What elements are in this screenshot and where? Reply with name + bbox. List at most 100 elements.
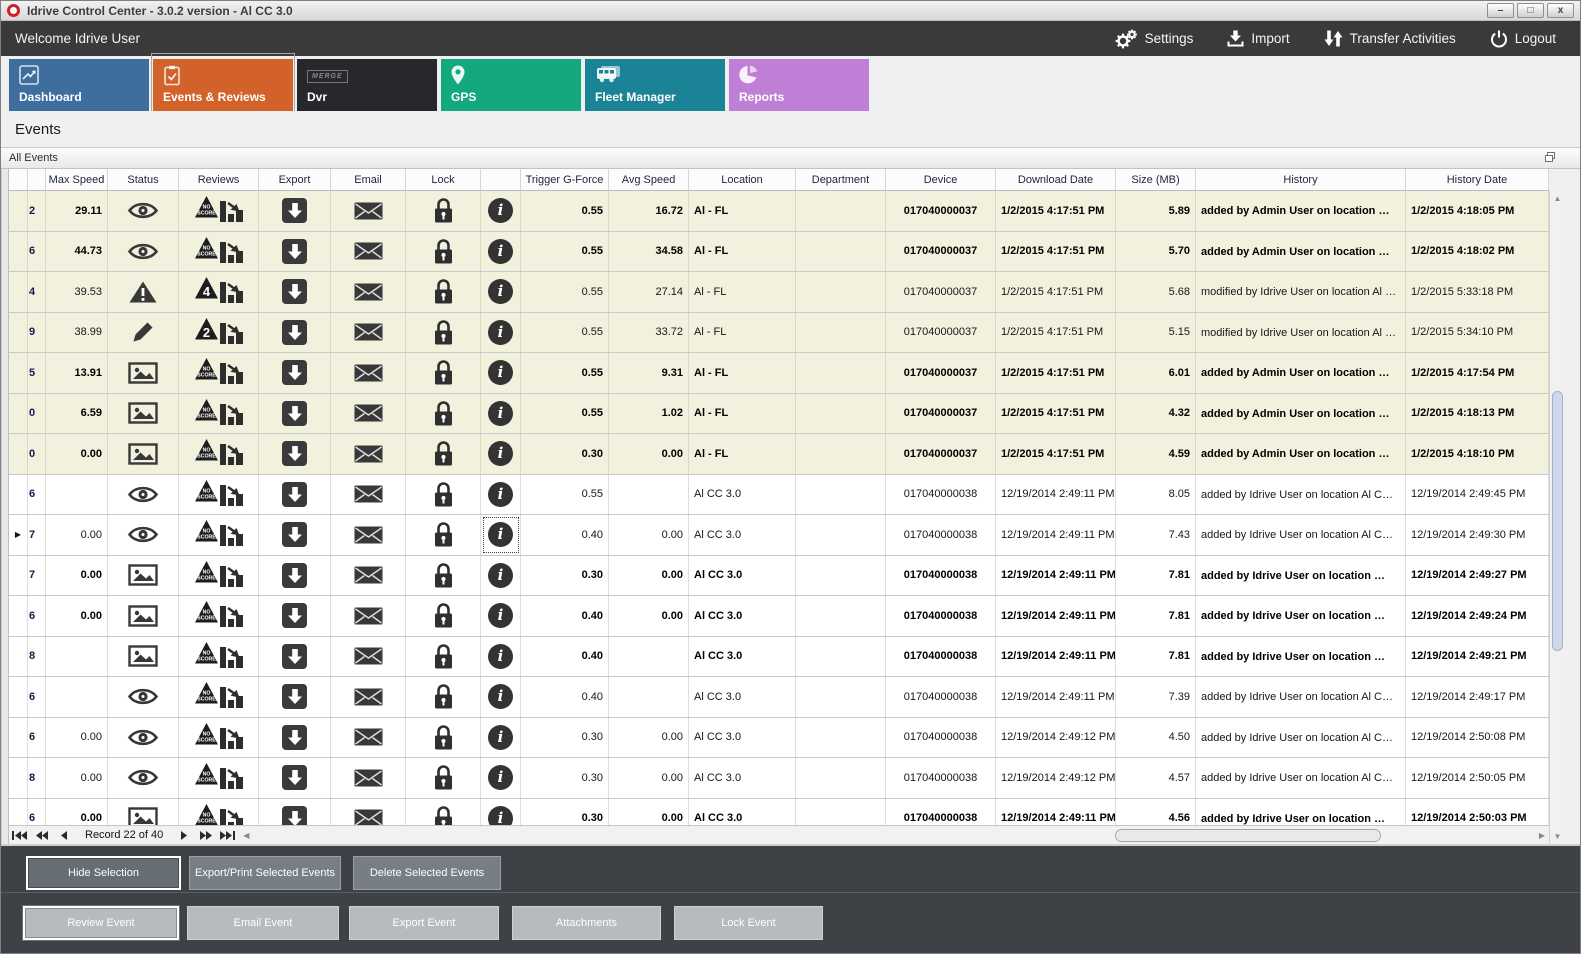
lock-icon[interactable] <box>406 353 481 393</box>
table-row[interactable]: 6NOSCOREi0.55Al CC 3.001704000003812/19/… <box>9 475 1549 516</box>
export-icon[interactable] <box>259 475 331 515</box>
export-icon[interactable] <box>259 394 331 434</box>
reviews-score-icon[interactable]: NOSCORE <box>179 799 259 826</box>
lock-icon[interactable] <box>406 677 481 717</box>
email-event-button[interactable]: Email Event <box>187 906 339 940</box>
email-icon[interactable] <box>331 475 406 515</box>
table-row[interactable]: 938.992i0.5533.72Al - FL0170400000371/2/… <box>9 313 1549 354</box>
export-icon[interactable] <box>259 799 331 826</box>
column-header-email[interactable]: Email <box>331 169 406 190</box>
reviews-score-icon[interactable]: 4 <box>179 272 259 312</box>
table-row[interactable]: 60.00NOSCOREi0.300.00Al CC 3.00170400000… <box>9 718 1549 759</box>
table-row[interactable]: 229.11NOSCOREi0.5516.72Al - FL0170400000… <box>9 191 1549 232</box>
table-row[interactable]: 513.91NOSCOREi0.559.31Al - FL01704000003… <box>9 353 1549 394</box>
column-header-status[interactable]: Status <box>108 169 179 190</box>
lock-icon[interactable] <box>406 191 481 231</box>
info-icon[interactable]: i <box>481 434 521 474</box>
column-header-blank[interactable] <box>9 169 28 190</box>
lock-icon[interactable] <box>406 515 481 555</box>
column-header-blank[interactable] <box>481 169 521 190</box>
reviews-score-icon[interactable]: NOSCORE <box>179 232 259 272</box>
info-icon[interactable]: i <box>481 394 521 434</box>
menu-item-settings[interactable]: Settings <box>1114 29 1194 49</box>
tab-gps[interactable]: GPS <box>441 59 581 111</box>
tab-reports[interactable]: Reports <box>729 59 869 111</box>
last-record-button[interactable] <box>217 827 239 844</box>
info-icon[interactable]: i <box>481 718 521 758</box>
info-icon[interactable]: i <box>481 758 521 798</box>
hide-selection-button[interactable]: Hide Selection <box>26 856 181 890</box>
reviews-score-icon[interactable]: NOSCORE <box>179 637 259 677</box>
column-header-device[interactable]: Device <box>886 169 996 190</box>
reviews-score-icon[interactable]: NOSCORE <box>179 353 259 393</box>
export-event-button[interactable]: Export Event <box>349 906 499 940</box>
email-icon[interactable] <box>331 677 406 717</box>
export-icon[interactable] <box>259 232 331 272</box>
table-row[interactable]: 644.73NOSCOREi0.5534.58Al - FL0170400000… <box>9 232 1549 273</box>
reviews-score-icon[interactable]: NOSCORE <box>179 677 259 717</box>
menu-item-import[interactable]: Import <box>1227 30 1289 47</box>
export-icon[interactable] <box>259 272 331 312</box>
email-icon[interactable] <box>331 232 406 272</box>
email-icon[interactable] <box>331 758 406 798</box>
info-icon[interactable]: i <box>481 515 521 555</box>
horizontal-scrollbar[interactable] <box>255 828 1533 843</box>
previous-record-button[interactable] <box>53 827 75 844</box>
email-icon[interactable] <box>331 434 406 474</box>
lock-icon[interactable] <box>406 394 481 434</box>
email-icon[interactable] <box>331 191 406 231</box>
info-icon[interactable]: i <box>481 596 521 636</box>
table-row[interactable]: ▶70.00NOSCOREi0.400.00Al CC 3.0017040000… <box>9 515 1549 556</box>
lock-icon[interactable] <box>406 232 481 272</box>
table-row[interactable]: 06.59NOSCOREi0.551.02Al - FL017040000037… <box>9 394 1549 435</box>
email-icon[interactable] <box>331 718 406 758</box>
email-icon[interactable] <box>331 799 406 826</box>
review-event-button[interactable]: Review Event <box>23 906 179 940</box>
column-header-location[interactable]: Location <box>689 169 796 190</box>
reviews-score-icon[interactable]: NOSCORE <box>179 596 259 636</box>
next-page-button[interactable] <box>195 827 217 844</box>
export-icon[interactable] <box>259 596 331 636</box>
lock-icon[interactable] <box>406 313 481 353</box>
column-header-trigger-g-force[interactable]: Trigger G-Force <box>521 169 609 190</box>
info-icon[interactable]: i <box>481 232 521 272</box>
export-print-selected-events-button[interactable]: Export/Print Selected Events <box>189 856 341 890</box>
column-header-reviews[interactable]: Reviews <box>179 169 259 190</box>
column-header-max-speed[interactable]: Max Speed <box>46 169 108 190</box>
reviews-score-icon[interactable]: NOSCORE <box>179 475 259 515</box>
export-icon[interactable] <box>259 718 331 758</box>
info-icon[interactable]: i <box>481 272 521 312</box>
scroll-down-icon[interactable]: ▼ <box>1550 832 1565 841</box>
info-icon[interactable]: i <box>481 191 521 231</box>
info-icon[interactable]: i <box>481 556 521 596</box>
delete-selected-events-button[interactable]: Delete Selected Events <box>353 856 501 890</box>
info-icon[interactable]: i <box>481 637 521 677</box>
reviews-score-icon[interactable]: NOSCORE <box>179 515 259 555</box>
email-icon[interactable] <box>331 353 406 393</box>
reviews-score-icon[interactable]: 2 <box>179 313 259 353</box>
lock-icon[interactable] <box>406 475 481 515</box>
column-header-download-date[interactable]: Download Date <box>996 169 1116 190</box>
export-icon[interactable] <box>259 677 331 717</box>
column-header-size-mb-[interactable]: Size (MB) <box>1116 169 1196 190</box>
scroll-up-icon[interactable]: ▲ <box>1550 194 1565 203</box>
table-row[interactable]: 80.00NOSCOREi0.300.00Al CC 3.00170400000… <box>9 758 1549 799</box>
close-button[interactable]: x <box>1547 3 1574 18</box>
tab-dvr[interactable]: MERGEDvr <box>297 59 437 111</box>
export-icon[interactable] <box>259 556 331 596</box>
email-icon[interactable] <box>331 556 406 596</box>
email-icon[interactable] <box>331 272 406 312</box>
info-icon[interactable]: i <box>481 677 521 717</box>
vertical-scrollbar[interactable]: ▲ ▼ <box>1549 191 1565 844</box>
attachments-button[interactable]: Attachments <box>512 906 661 940</box>
column-header-department[interactable]: Department <box>796 169 886 190</box>
column-header-blank[interactable] <box>28 169 46 190</box>
lock-icon[interactable] <box>406 556 481 596</box>
menu-item-transfer-activities[interactable]: Transfer Activities <box>1324 30 1456 47</box>
email-icon[interactable] <box>331 637 406 677</box>
next-record-button[interactable] <box>173 827 195 844</box>
reviews-score-icon[interactable]: NOSCORE <box>179 394 259 434</box>
lock-icon[interactable] <box>406 637 481 677</box>
hscroll-right-icon[interactable]: ▶ <box>1535 831 1549 840</box>
table-row[interactable]: 00.00NOSCOREi0.300.00Al - FL017040000037… <box>9 434 1549 475</box>
